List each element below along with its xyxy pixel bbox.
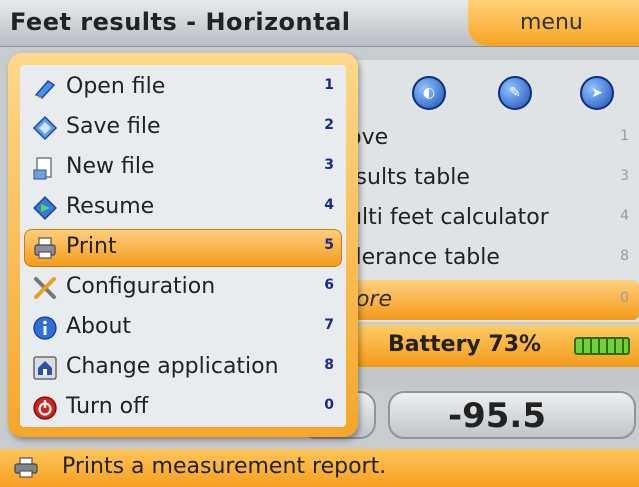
- bg-row-label: olerance table: [342, 245, 500, 270]
- open-file-icon: [34, 80, 56, 99]
- value-text: -95.5: [448, 396, 546, 436]
- printer-icon: [14, 457, 38, 478]
- new-file-icon: [33, 157, 52, 180]
- home-icon: [33, 356, 57, 380]
- power-icon: [33, 396, 57, 420]
- status-text: Prints a measurement report.: [62, 454, 387, 479]
- menu-item-label: Resume: [66, 194, 155, 219]
- settings-icon[interactable]: ➤: [580, 76, 614, 110]
- menu-item-number: 8: [324, 357, 334, 373]
- menu-item-label: New file: [66, 154, 155, 179]
- menu-item-number: 1: [324, 77, 334, 93]
- menu-item-label: Configuration: [66, 274, 216, 299]
- resume-icon: [33, 196, 57, 220]
- menu-item-resume[interactable]: Resume 4: [24, 189, 342, 227]
- save-file-icon: [32, 115, 58, 141]
- menu-item-number: 3: [324, 157, 334, 173]
- printer-icon: [34, 237, 56, 259]
- bg-row-number: 4: [620, 208, 629, 224]
- menu-item-number: 6: [324, 277, 334, 293]
- battery-icon: [574, 337, 630, 355]
- bg-row-number: 1: [620, 128, 629, 144]
- bg-row-label: esults table: [342, 165, 470, 190]
- page-title: Feet results - Horizontal: [10, 8, 351, 36]
- bg-row-number: 8: [620, 248, 629, 264]
- menu-tab-label: menu: [520, 10, 583, 35]
- menu-item-label: Turn off: [66, 394, 149, 419]
- menu-item-number: 0: [324, 397, 334, 413]
- bg-row-label: lulti feet calculator: [342, 205, 549, 230]
- menu-item-label: Change application: [66, 354, 279, 379]
- battery-text: Battery 73%: [388, 332, 542, 357]
- menu-item-number: 5: [324, 237, 334, 253]
- main-menu-popup: Open file 1 Save file 2 New file 3 Resum…: [8, 53, 358, 437]
- menu-item-number: 7: [324, 317, 334, 333]
- menu-item-label: Save file: [66, 114, 161, 139]
- bg-row-number: 3: [620, 168, 629, 184]
- menu-item-label: About: [66, 314, 132, 339]
- menu-item-label: Print: [66, 234, 117, 259]
- menu-item-print[interactable]: Print 5: [24, 229, 342, 267]
- gauge-icon[interactable]: ◐: [412, 76, 446, 110]
- menu-list: Open file 1 Save file 2 New file 3 Resum…: [20, 65, 346, 427]
- menu-item-about[interactable]: About 7: [24, 309, 342, 347]
- title-bar: Feet results - Horizontal menu: [0, 0, 639, 47]
- menu-tab[interactable]: menu: [468, 0, 639, 46]
- menu-item-open-file[interactable]: Open file 1: [24, 69, 342, 107]
- info-icon: [33, 316, 57, 340]
- menu-item-number: 4: [324, 197, 334, 213]
- menu-item-number: 2: [324, 117, 334, 133]
- bg-row-number: 0: [620, 290, 629, 306]
- tools-icon: [34, 277, 56, 299]
- menu-item-configuration[interactable]: Configuration 6: [24, 269, 342, 307]
- value-display: -95.5: [388, 391, 636, 439]
- menu-item-label: Open file: [66, 74, 166, 99]
- tool-icon[interactable]: ✎: [498, 76, 532, 110]
- menu-item-new-file[interactable]: New file 3: [24, 149, 342, 187]
- menu-item-save-file[interactable]: Save file 2: [24, 109, 342, 147]
- status-bar: Prints a measurement report.: [0, 449, 639, 487]
- menu-item-change-application[interactable]: Change application 8: [24, 349, 342, 387]
- menu-item-turn-off[interactable]: Turn off 0: [24, 389, 342, 427]
